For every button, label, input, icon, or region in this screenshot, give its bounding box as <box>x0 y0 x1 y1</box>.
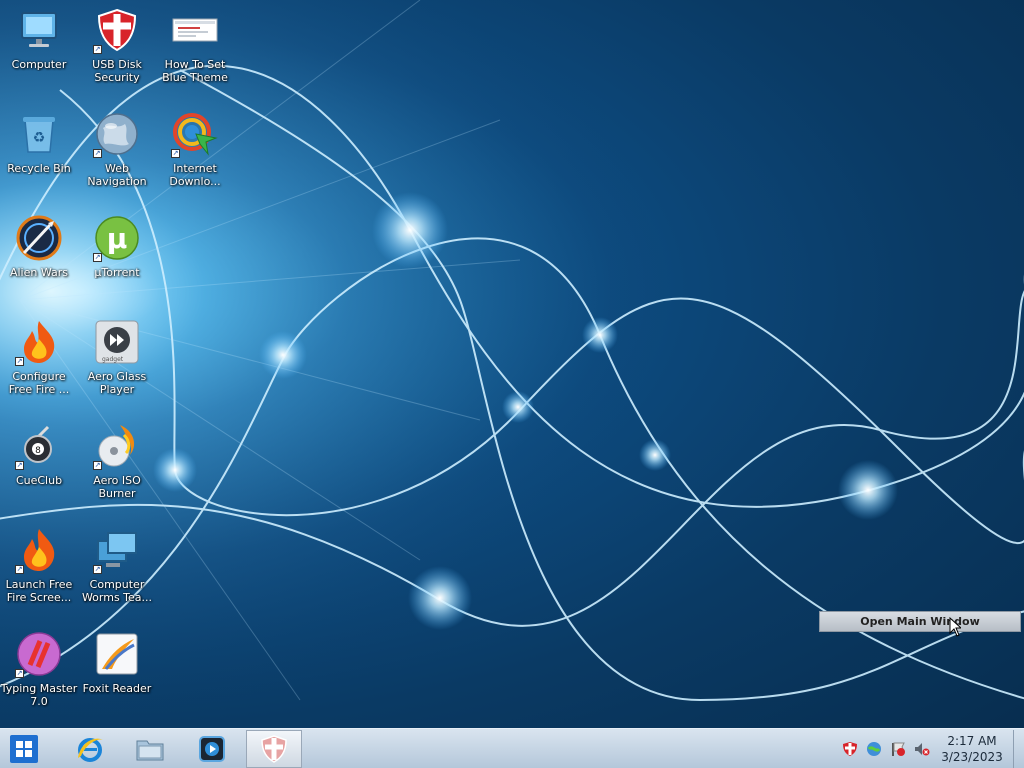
shortcut-arrow-icon: ↗ <box>171 149 180 158</box>
mouse-cursor-icon <box>949 617 961 637</box>
shield-tray-icon[interactable] <box>842 741 858 757</box>
document-thumbnail-icon <box>171 6 219 54</box>
desktop-icon-label: Recycle Bin <box>7 162 71 175</box>
taskbar-internet-explorer-button[interactable] <box>62 730 118 768</box>
shortcut-arrow-icon: ↗ <box>93 253 102 262</box>
flag-tray-icon[interactable] <box>890 741 906 757</box>
desktop-icon-internet-download-manager[interactable]: ↗ Internet Downlo... <box>156 104 234 204</box>
desktop-icon-label: Alien Wars <box>9 266 69 279</box>
desktop-icon-label: Internet Downlo... <box>169 162 221 188</box>
taskbar-file-explorer-button[interactable] <box>122 730 178 768</box>
desktop-icon-label: Computer <box>11 58 67 71</box>
shield-icon <box>261 735 287 763</box>
desktop-icon-label: Typing Master 7.0 <box>0 682 78 708</box>
folder-icon <box>136 740 164 761</box>
desktop-icon-aero-iso-burner[interactable]: ↗ Aero ISO Burner <box>78 416 156 516</box>
desktop-icon-label: How To Set Blue Theme ... <box>162 58 228 85</box>
alien-wars-icon <box>15 214 63 262</box>
shield-icon: ↗ <box>93 6 141 54</box>
flame-icon: ↗ <box>15 526 63 574</box>
desktop-icon-cueclub[interactable]: 8 ↗ CueClub <box>0 416 78 516</box>
globe-icon: ↗ <box>93 110 141 158</box>
desktop-icon-alien-wars[interactable]: Alien Wars <box>0 208 78 308</box>
cueclub-icon: 8 ↗ <box>15 422 63 470</box>
taskbar-usb-disk-security-button[interactable] <box>246 730 302 768</box>
desktop-icon-label: Computer Worms Tea... <box>81 578 153 604</box>
shortcut-arrow-icon: ↗ <box>93 45 102 54</box>
desktop-icon-label: Aero Glass Player <box>87 370 147 396</box>
shortcut-arrow-icon: ↗ <box>15 461 24 470</box>
desktop-icon-utorrent[interactable]: µ ↗ µTorrent <box>78 208 156 308</box>
svg-text:♻: ♻ <box>33 130 46 146</box>
desktop-icon-computer[interactable]: Computer <box>0 0 78 100</box>
svg-text:8: 8 <box>35 446 41 456</box>
foxit-reader-icon <box>93 630 141 678</box>
recycle-bin-icon: ♻ <box>15 110 63 158</box>
desktop-icon-label: Configure Free Fire ... <box>8 370 70 396</box>
desktop-icon-usb-disk-security[interactable]: ↗ USB Disk Security <box>78 0 156 100</box>
desktop-icon-foxit-reader[interactable]: Foxit Reader <box>78 624 156 724</box>
shortcut-arrow-icon: ↗ <box>15 357 24 366</box>
shortcut-arrow-icon: ↗ <box>93 565 102 574</box>
svg-text:gadget: gadget <box>102 356 124 363</box>
windows-logo-icon <box>10 735 38 763</box>
network-tray-icon[interactable] <box>866 741 882 757</box>
taskbar-media-player-button[interactable] <box>184 730 240 768</box>
shortcut-arrow-icon: ↗ <box>15 565 24 574</box>
shortcut-arrow-icon: ↗ <box>93 149 102 158</box>
desktop-icon-label: Launch Free Fire Scree... <box>5 578 73 604</box>
desktop-icon-label: µTorrent <box>94 266 140 279</box>
start-button[interactable] <box>4 730 44 768</box>
taskbar-clock[interactable]: 2:17 AM 3/23/2023 <box>936 733 1008 765</box>
computer-icon <box>15 6 63 54</box>
monitors-icon: ↗ <box>93 526 141 574</box>
open-main-window-menu-item[interactable]: Open Main Window <box>819 611 1021 632</box>
desktop-icon-launch-free-fire-screensaver[interactable]: ↗ Launch Free Fire Scree... <box>0 520 78 620</box>
desktop-icon-label: Foxit Reader <box>82 682 152 695</box>
internet-explorer-icon <box>78 738 103 762</box>
desktop-icon-label: CueClub <box>15 474 63 487</box>
svg-text:µ: µ <box>107 222 128 255</box>
clock-date: 3/23/2023 <box>941 750 1003 764</box>
desktop-icon-typing-master[interactable]: ↗ Typing Master 7.0 <box>0 624 78 724</box>
download-manager-icon: ↗ <box>171 110 219 158</box>
desktop-icon-label: USB Disk Security <box>92 58 142 84</box>
media-player-gadget-icon: gadget <box>93 318 141 366</box>
media-player-icon <box>199 736 225 762</box>
desktop-icon-how-to-set-blue-theme[interactable]: How To Set Blue Theme ... <box>156 0 234 100</box>
taskbar: 2:17 AM 3/23/2023 <box>0 728 1024 768</box>
desktop-icon-configure-free-fire[interactable]: ↗ Configure Free Fire ... <box>0 312 78 412</box>
desktop-icon-aero-glass-player[interactable]: gadget Aero Glass Player <box>78 312 156 412</box>
disc-burner-icon: ↗ <box>93 422 141 470</box>
typing-master-icon: ↗ <box>15 630 63 678</box>
clock-time: 2:17 AM <box>947 734 997 748</box>
volume-muted-icon[interactable] <box>914 741 930 757</box>
desktop-icon-computer-worms-team[interactable]: ↗ Computer Worms Tea... <box>78 520 156 620</box>
shortcut-arrow-icon: ↗ <box>93 461 102 470</box>
desktop-icon-label: Aero ISO Burner <box>93 474 141 500</box>
desktop-icon-recycle-bin[interactable]: ♻ Recycle Bin <box>0 104 78 204</box>
desktop-icon-label: Web Navigation <box>87 162 147 188</box>
shortcut-arrow-icon: ↗ <box>15 669 24 678</box>
utorrent-icon: µ ↗ <box>93 214 141 262</box>
flame-icon: ↗ <box>15 318 63 366</box>
show-desktop-button[interactable] <box>1013 730 1024 768</box>
desktop-icon-web-navigation[interactable]: ↗ Web Navigation <box>78 104 156 204</box>
